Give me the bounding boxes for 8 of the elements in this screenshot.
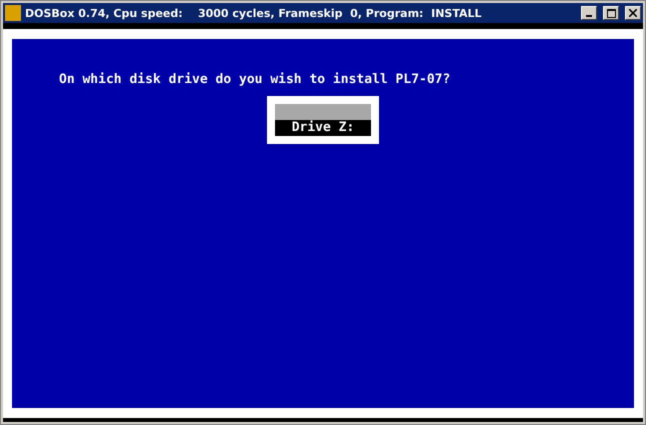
drive-option[interactable]: Drive Z: [275, 120, 371, 136]
close-icon [629, 9, 637, 17]
minimize-button[interactable] [581, 6, 597, 20]
maximize-button[interactable] [603, 6, 619, 20]
window-title: DOSBox 0.74, Cpu speed: 3000 cycles, Frameskip 0, Program: INSTALL [25, 6, 482, 20]
install-prompt: On which disk drive do you wish to install PL7-07? [59, 72, 452, 87]
maximize-icon [606, 8, 616, 18]
close-button[interactable] [625, 6, 641, 20]
